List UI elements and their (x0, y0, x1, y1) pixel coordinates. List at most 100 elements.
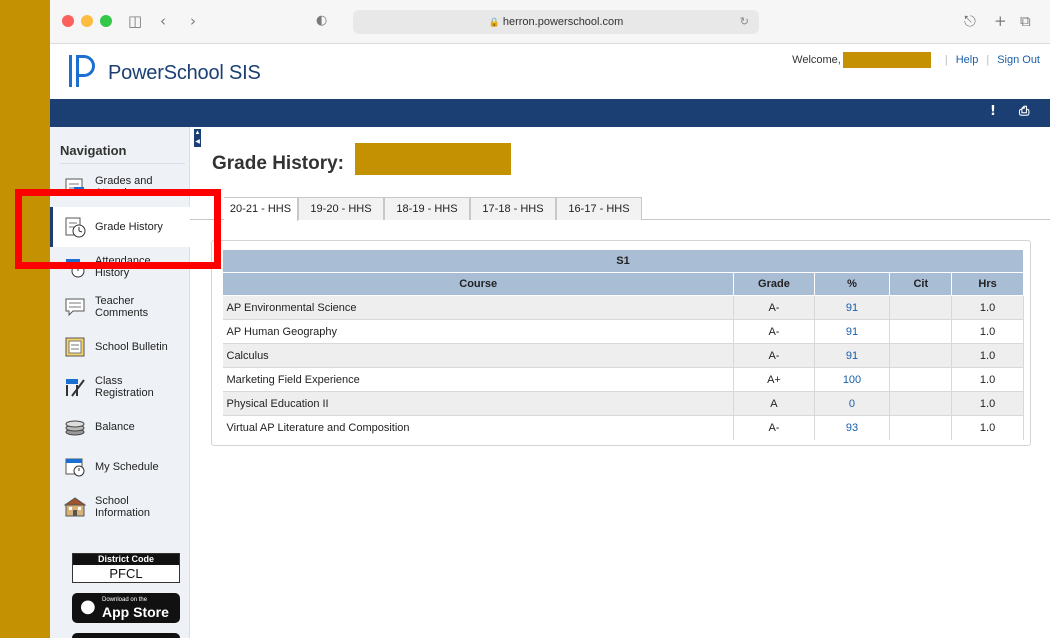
welcome-text: Welcome, (792, 54, 841, 66)
column-header-course: Course (221, 272, 735, 296)
course-grade: A+ (733, 367, 815, 392)
term-header: S1 (222, 249, 1024, 273)
share-icon[interactable]: ⎋ (964, 11, 976, 31)
course-percent-link[interactable]: 93 (814, 415, 891, 440)
course-citizenship (889, 343, 953, 368)
tab-overview-icon[interactable]: ⧉ (1020, 11, 1031, 31)
tab-20-21[interactable]: 20-21 - HHS (224, 197, 298, 221)
course-hours: 1.0 (951, 319, 1024, 344)
course-percent-link[interactable]: 0 (814, 391, 891, 416)
course-citizenship (889, 319, 953, 344)
tab-17-18[interactable]: 17-18 - HHS (470, 197, 556, 220)
play-store-badge[interactable] (72, 633, 180, 638)
apple-icon: ● (80, 596, 96, 617)
column-header-hours: Hrs (951, 272, 1024, 296)
grade-history-panel: S1 Course Grade % Cit Hrs AP Environment… (211, 240, 1031, 446)
course-hours: 1.0 (951, 295, 1024, 320)
bulletin-icon (65, 337, 85, 357)
reload-icon[interactable]: ↻ (740, 10, 749, 34)
table-row: Virtual AP Literature and Composition A-… (222, 415, 1024, 440)
course-name: AP Human Geography (222, 319, 735, 344)
course-percent-link[interactable]: 91 (814, 343, 891, 368)
address-bar[interactable]: 🔒 herron.powerschool.com ↻ (353, 10, 759, 34)
table-row: Marketing Field Experience A+ 100 1.0 (222, 367, 1024, 392)
privacy-shield-icon[interactable]: ◐ (316, 11, 327, 31)
course-hours: 1.0 (951, 343, 1024, 368)
forward-icon[interactable]: › (190, 11, 196, 31)
zoom-window-button[interactable] (100, 15, 112, 27)
table-row: AP Human Geography A- 91 1.0 (222, 319, 1024, 344)
app-header: PowerSchool SIS Welcome, | Help | Sign O… (50, 44, 1050, 99)
column-header-grade: Grade (733, 272, 815, 296)
course-name: Virtual AP Literature and Composition (222, 415, 735, 440)
grade-history-table: S1 Course Grade % Cit Hrs AP Environment… (221, 249, 1024, 440)
alert-icon[interactable]: ! (990, 104, 996, 119)
table-row: AP Environmental Science A- 91 1.0 (222, 295, 1024, 320)
back-icon[interactable]: ‹ (160, 11, 166, 31)
powerschool-logo-icon (69, 55, 95, 87)
course-citizenship (889, 415, 953, 440)
header-links: Welcome, | Help | Sign Out (792, 52, 1040, 68)
table-row: Calculus A- 91 1.0 (222, 343, 1024, 368)
app-title: PowerSchool SIS (108, 62, 261, 84)
column-header-percent: % (813, 272, 891, 296)
app-store-badge[interactable]: ● Download on the App Store (72, 593, 180, 623)
course-percent-link[interactable]: 100 (814, 367, 891, 392)
district-code-label: District Code (73, 554, 179, 565)
close-window-button[interactable] (62, 15, 74, 27)
sign-out-link[interactable]: Sign Out (997, 54, 1040, 66)
sidebar-item-balance[interactable]: Balance (50, 407, 190, 447)
main-content: Grade History: 20-21 - HHS 19-20 - HHS 1… (190, 127, 1050, 638)
course-grade: A- (733, 295, 815, 320)
course-grade: A- (733, 343, 815, 368)
column-header-citizenship: Cit (889, 272, 953, 296)
balance-icon (65, 420, 85, 436)
nav-bar: ! ⎙ (50, 99, 1050, 127)
minimize-window-button[interactable] (81, 15, 93, 27)
browser-window: ◫ ‹ › ◐ 🔒 herron.powerschool.com ↻ ⎋ + ⧉ … (50, 0, 1050, 638)
sidebar-item-my-schedule[interactable]: My Schedule (50, 447, 190, 487)
sidebar-item-teacher-comments[interactable]: Teacher Comments (50, 287, 190, 327)
nav-title: Navigation (60, 143, 127, 158)
sidebar-item-class-registration[interactable]: Class Registration (50, 367, 190, 407)
course-grade: A- (733, 319, 815, 344)
school-info-icon (64, 497, 86, 517)
course-percent-link[interactable]: 91 (814, 319, 891, 344)
print-icon[interactable]: ⎙ (1019, 104, 1029, 119)
schedule-icon (65, 458, 85, 477)
course-name: Calculus (222, 343, 735, 368)
course-citizenship (889, 295, 953, 320)
sidebar-toggle-icon[interactable]: ◫ (128, 11, 142, 31)
registration-icon (66, 379, 85, 397)
course-name: Marketing Field Experience (222, 367, 735, 392)
year-tabs: 20-21 - HHS 19-20 - HHS 18-19 - HHS 17-1… (190, 197, 1050, 221)
course-hours: 1.0 (951, 391, 1024, 416)
comments-icon (65, 298, 85, 317)
tab-16-17[interactable]: 16-17 - HHS (556, 197, 642, 220)
district-code-badge: District Code PFCL (72, 553, 180, 583)
course-hours: 1.0 (951, 415, 1024, 440)
browser-toolbar: ◫ ‹ › ◐ 🔒 herron.powerschool.com ↻ ⎋ + ⧉ (50, 0, 1050, 44)
lock-icon: 🔒 (488, 18, 500, 28)
course-name: AP Environmental Science (222, 295, 735, 320)
sidebar-item-school-information[interactable]: School Information (50, 487, 190, 527)
course-percent-link[interactable]: 91 (814, 295, 891, 320)
help-link[interactable]: Help (956, 54, 979, 66)
course-hours: 1.0 (951, 367, 1024, 392)
district-code-value: PFCL (109, 566, 143, 581)
tab-19-20[interactable]: 19-20 - HHS (298, 197, 384, 220)
course-grade: A- (733, 415, 815, 440)
table-row: Physical Education II A 0 1.0 (222, 391, 1024, 416)
course-citizenship (889, 391, 953, 416)
course-citizenship (889, 367, 953, 392)
page-title: Grade History: (212, 153, 344, 174)
annotation-highlight-box (15, 189, 221, 269)
sidebar-item-school-bulletin[interactable]: School Bulletin (50, 327, 190, 367)
course-name: Physical Education II (222, 391, 735, 416)
url-text: herron.powerschool.com (502, 16, 624, 28)
tab-18-19[interactable]: 18-19 - HHS (384, 197, 470, 220)
course-grade: A (733, 391, 815, 416)
new-tab-icon[interactable]: + (994, 11, 1007, 31)
redacted-student-name (355, 143, 511, 175)
redacted-username (842, 52, 931, 68)
